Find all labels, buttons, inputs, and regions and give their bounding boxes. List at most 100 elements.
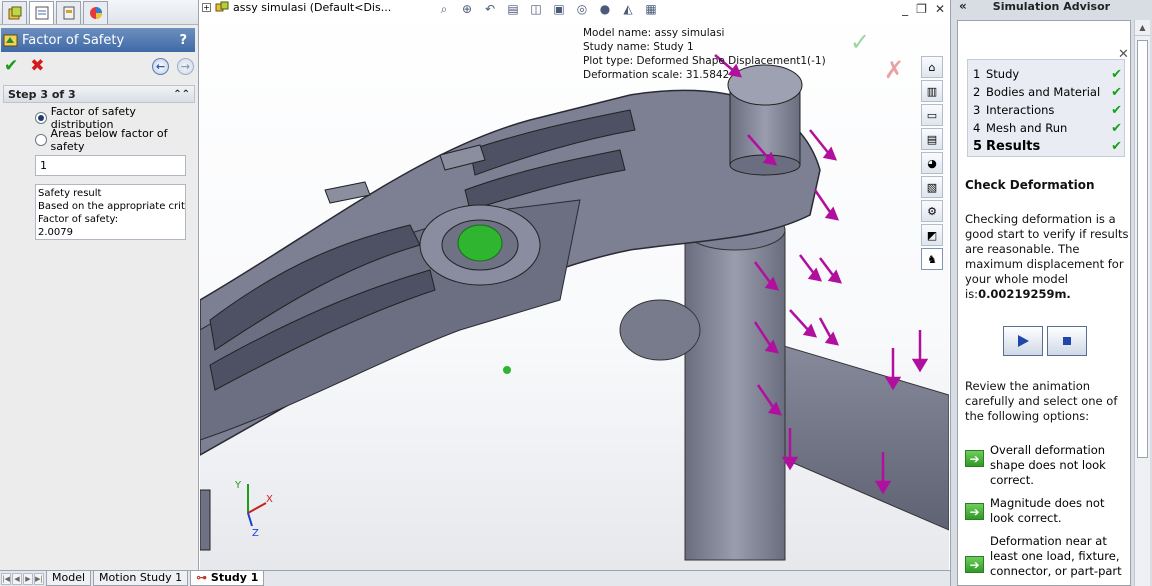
advisor-title: Simulation Advisor (992, 0, 1111, 13)
feature-tree-root[interactable]: + assy simulasi (Default<Dis... (202, 0, 391, 14)
section-heading: Check Deformation (965, 178, 1095, 192)
previous-view-icon[interactable]: ↶ (481, 1, 499, 17)
advisor-scrollbar[interactable]: ▲ (1134, 20, 1150, 586)
tab-motion-study[interactable]: Motion Study 1 (93, 571, 189, 586)
simulation-advisor-icon[interactable]: ♞ (921, 248, 943, 270)
stop-button[interactable] (1047, 326, 1087, 356)
step-item[interactable]: 1 Study ✔ (973, 65, 1124, 83)
design-library-icon[interactable]: ▥ (921, 80, 943, 102)
minimize-icon[interactable]: _ (902, 2, 908, 16)
last-tab-icon[interactable]: ▶| (34, 572, 44, 585)
check-icon: ✔ (1111, 84, 1122, 100)
graphics-area[interactable]: + assy simulasi (Default<Dis... ⌕ ⊕ ↶ ▤ … (200, 0, 949, 570)
close-icon[interactable]: ✕ (935, 2, 945, 16)
confirm-ok-icon[interactable]: ✓ (850, 28, 870, 56)
custom-properties-icon[interactable]: ▧ (921, 176, 943, 198)
feature-tree-tab[interactable] (2, 1, 27, 24)
tree-label: assy simulasi (Default<Dis... (233, 0, 392, 14)
title-text: Factor of Safety (22, 32, 125, 48)
view-orientation-icon[interactable]: ◫ (527, 1, 545, 17)
tab-study-1[interactable]: ⊶ Study 1 (190, 571, 265, 586)
areas-below-option[interactable]: Areas below factor of safety (35, 127, 198, 153)
factor-of-safety-input[interactable]: 1 (35, 155, 186, 176)
tab-study-label: Study 1 (210, 571, 259, 584)
prev-tab-icon[interactable]: ◀ (12, 572, 22, 585)
option-local-deformation[interactable]: ➔ Deformation near at least one load, fi… (965, 534, 1130, 579)
radio-areas-label: Areas below factor of safety (50, 127, 168, 153)
play-button[interactable] (1003, 326, 1043, 356)
triad-y-label: Y (234, 480, 242, 491)
file-explorer-icon[interactable]: ▭ (921, 104, 943, 126)
green-arrow-icon[interactable]: ➔ (965, 503, 984, 520)
home-icon[interactable]: ⌂ (921, 56, 943, 78)
appearances-icon[interactable]: ◕ (921, 152, 943, 174)
restore-icon[interactable]: ❐ (916, 2, 927, 16)
green-arrow-icon[interactable]: ➔ (965, 556, 984, 573)
zoom-area-icon[interactable]: ⊕ (458, 1, 476, 17)
play-icon (1018, 335, 1029, 347)
view-palette-icon[interactable]: ▤ (921, 128, 943, 150)
result-line: Safety result (38, 188, 102, 199)
collapse-chevron-icon[interactable]: ⌃⌃ (173, 89, 190, 100)
option-label: Deformation near at least one load, fixt… (990, 534, 1122, 578)
section-view-icon[interactable]: ▤ (504, 1, 522, 17)
triad-z-label: Z (252, 528, 259, 538)
config-manager-tab[interactable] (56, 1, 81, 24)
fos-distribution-option[interactable]: Factor of safety distribution (35, 105, 198, 131)
step-label: Results (986, 138, 1041, 154)
step-label: Study (986, 67, 1020, 81)
collapse-pane-icon[interactable]: « (959, 0, 967, 13)
display-style-icon[interactable]: ▣ (550, 1, 568, 17)
step-header[interactable]: Step 3 of 3 ⌃⌃ (3, 85, 195, 103)
hide-show-icon[interactable]: ◎ (573, 1, 591, 17)
triad-x-label: X (266, 494, 273, 505)
expand-icon[interactable]: + (202, 2, 211, 12)
plot-info: Model name: assy simulasi Study name: St… (583, 26, 826, 82)
zoom-to-fit-icon[interactable]: ⌕ (435, 1, 453, 17)
back-arrow-icon[interactable]: ← (152, 58, 169, 75)
feature-tree-icon (8, 6, 21, 20)
tools-icon[interactable]: ⚙ (921, 200, 943, 222)
assembly-icon (215, 1, 229, 12)
cancel-x-icon[interactable]: ✖ (30, 56, 44, 76)
config-manager-icon (63, 6, 74, 20)
simulation-advisor-pane: « Simulation Advisor ✕ 1 Study ✔ 2 Bodies a… (950, 0, 1152, 586)
study-name: Study name: Study 1 (583, 41, 694, 53)
radio-selected[interactable] (35, 112, 47, 124)
step-item[interactable]: 3 Interactions ✔ (973, 101, 1124, 119)
step-label: Interactions (986, 103, 1055, 117)
next-arrow-icon[interactable]: → (177, 58, 194, 75)
step-item[interactable]: 4 Mesh and Run ✔ (973, 119, 1124, 137)
view-settings-icon[interactable]: ▦ (642, 1, 660, 17)
manager-tabs (0, 0, 198, 25)
step-item[interactable]: 2 Bodies and Material ✔ (973, 83, 1124, 101)
scroll-thumb[interactable] (1137, 40, 1148, 458)
confirm-cancel-icon[interactable]: ✗ (884, 56, 904, 84)
simulation-icon[interactable]: ◩ (921, 224, 943, 246)
scroll-up-icon[interactable]: ▲ (1135, 20, 1150, 36)
check-icon: ✔ (1111, 138, 1122, 154)
help-button[interactable]: ? (179, 33, 187, 48)
step-label: Mesh and Run (986, 121, 1068, 135)
step-label: Step 3 of 3 (8, 87, 76, 101)
ok-check-icon[interactable]: ✔ (4, 56, 18, 76)
step-item-current[interactable]: 5 Results ✔ (973, 137, 1124, 155)
green-arrow-icon[interactable]: ➔ (965, 450, 984, 467)
action-bar: ✔ ✖ ← → (0, 52, 198, 80)
step-number: 3 (973, 103, 981, 117)
stop-icon (1063, 337, 1071, 345)
appearance-tab[interactable] (83, 1, 108, 24)
option-magnitude[interactable]: ➔ Magnitude does not look correct. (965, 496, 1130, 526)
deformation-scale: Deformation scale: 31.5842 (583, 69, 730, 81)
task-pane-tabs: ⌂ ▥ ▭ ▤ ◕ ▧ ⚙ ◩ ♞ (921, 56, 947, 272)
radio-unselected[interactable] (35, 134, 47, 146)
result-line: 2.0079 (38, 227, 73, 238)
edit-appearance-icon[interactable]: ● (596, 1, 614, 17)
appearance-icon (89, 7, 102, 19)
next-tab-icon[interactable]: ▶ (23, 572, 33, 585)
option-deformation-shape[interactable]: ➔ Overall deformation shape does not loo… (965, 443, 1130, 488)
tab-model[interactable]: Model (46, 571, 92, 586)
property-manager-tab[interactable] (29, 1, 54, 24)
first-tab-icon[interactable]: |◀ (1, 572, 11, 585)
scene-icon[interactable]: ◭ (619, 1, 637, 17)
